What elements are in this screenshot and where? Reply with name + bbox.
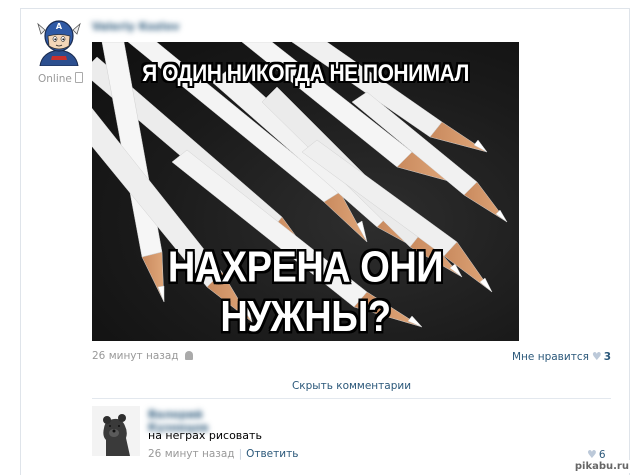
meme-bottom-text: НАХРЕНА ОНИ НУЖНЫ? <box>167 243 444 341</box>
comment-author-name[interactable]: Валерий Кузнецов <box>148 408 258 434</box>
comment-text: на неграх рисовать <box>148 429 262 442</box>
reply-link[interactable]: Ответить <box>246 448 298 460</box>
heart-icon: ♥ <box>591 350 602 363</box>
comment-meta: 26 минут назад | Ответить <box>148 448 298 460</box>
hide-comments-link[interactable]: Скрыть комментарии <box>92 376 611 396</box>
svg-text:A: A <box>56 22 63 31</box>
android-icon <box>184 351 193 360</box>
mobile-phone-icon <box>74 72 83 83</box>
online-status: Online <box>38 72 83 85</box>
meta-separator: | <box>238 448 243 460</box>
meme-top-text: Я ОДИН НИКОГДА НЕ ПОНИМАЛ <box>142 60 469 87</box>
comment-time[interactable]: 26 минут назад <box>148 448 235 460</box>
post-author-name[interactable]: Valeriy Kozlov <box>92 20 182 33</box>
comments-divider <box>92 398 611 399</box>
comment-author-avatar[interactable] <box>92 406 140 456</box>
post-time-label[interactable]: 26 минут назад <box>92 350 179 362</box>
post-like-button[interactable]: Мне нравится ♥ 3 <box>512 350 611 363</box>
online-status-label: Online <box>38 73 72 85</box>
author-avatar[interactable]: A <box>34 16 84 66</box>
like-count: 3 <box>603 351 612 363</box>
watermark: pikabu.ru <box>571 460 632 473</box>
like-label: Мне нравится <box>512 351 589 363</box>
post-timestamp[interactable]: 26 минут назад <box>92 350 193 362</box>
post-image[interactable]: Я ОДИН НИКОГДА НЕ ПОНИМАЛ НАХРЕНА ОНИ НУ… <box>92 42 519 341</box>
